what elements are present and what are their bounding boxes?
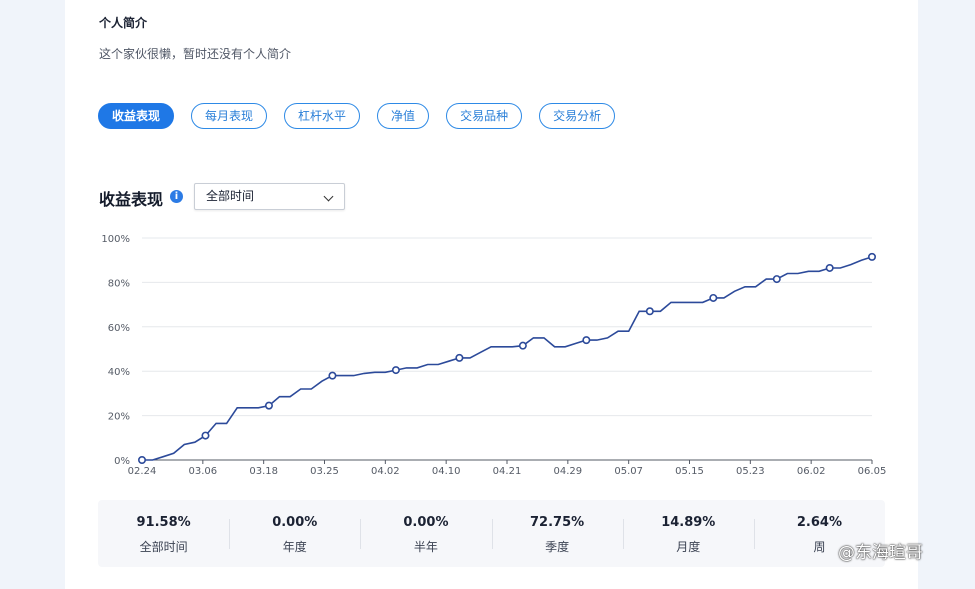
tab-bar: 收益表现 每月表现 杠杆水平 净值 交易品种 交易分析	[98, 103, 632, 129]
stat-quarter: 72.75% 季度	[491, 500, 623, 567]
data-point-marker	[201, 431, 210, 440]
info-icon[interactable]: i	[170, 190, 183, 203]
data-point-marker	[518, 341, 527, 350]
period-select-value: 全部时间	[206, 189, 255, 203]
y-tick-label: 20%	[108, 412, 130, 423]
tab-returns[interactable]: 收益表现	[98, 103, 175, 129]
x-tick-label: 04.10	[432, 466, 461, 477]
stat-value: 91.58%	[136, 515, 191, 530]
tab-instruments[interactable]: 交易品种	[446, 103, 523, 129]
data-point-marker	[455, 353, 464, 362]
data-point-marker	[328, 371, 337, 380]
data-point-marker	[709, 293, 718, 302]
data-point-marker	[825, 263, 834, 272]
bio-title: 个人简介	[99, 16, 148, 30]
stat-value: 0.00%	[272, 515, 318, 530]
stats-bar: 91.58% 全部时间 0.00% 年度 0.00% 半年 72.75% 季度 …	[98, 500, 885, 567]
data-point-marker	[645, 307, 654, 316]
x-tick-label: 03.18	[249, 466, 278, 477]
x-tick-label: 05.23	[736, 466, 765, 477]
bio-text: 这个家伙很懒，暂时还没有个人简介	[99, 47, 292, 61]
x-tick-label: 05.15	[675, 466, 704, 477]
data-point-marker	[772, 275, 781, 284]
data-point-marker	[867, 252, 876, 261]
y-tick-label: 40%	[108, 367, 130, 378]
profile-card: 个人简介 这个家伙很懒，暂时还没有个人简介 收益表现 每月表现 杠杆水平 净值 …	[65, 0, 918, 589]
y-tick-label: 100%	[101, 234, 130, 245]
x-tick-label: 03.25	[310, 466, 339, 477]
x-tick-label: 04.29	[554, 466, 583, 477]
stat-label: 年度	[282, 540, 307, 554]
x-tick-label: 03.06	[189, 466, 218, 477]
y-tick-label: 60%	[108, 323, 130, 334]
tab-net-value[interactable]: 净值	[377, 103, 430, 129]
x-tick-label: 02.24	[128, 466, 157, 477]
y-tick-label: 80%	[108, 278, 130, 289]
data-point-marker	[264, 401, 273, 410]
returns-chart: 0%20%40%60%80%100% 02.24 03.06 03.18 03.25 0…	[101, 234, 887, 477]
stat-label: 全部时间	[139, 540, 188, 554]
section-title: 收益表现	[99, 190, 164, 209]
stat-value: 72.75%	[530, 515, 585, 530]
watermark: @东海瑄哥	[838, 543, 923, 563]
stat-label: 季度	[545, 540, 570, 554]
x-tick-label: 05.07	[614, 466, 643, 477]
x-tick-label: 04.21	[493, 466, 522, 477]
data-point-marker	[391, 366, 400, 375]
data-point-marker	[582, 336, 591, 345]
stat-label: 月度	[676, 540, 701, 554]
x-tick-label: 06.05	[858, 466, 887, 477]
tab-monthly[interactable]: 每月表现	[191, 103, 268, 129]
x-tick-label: 04.02	[371, 466, 400, 477]
stat-value: 2.64%	[796, 515, 842, 530]
stat-year: 0.00% 年度	[229, 500, 360, 567]
stat-all-time: 91.58% 全部时间	[98, 500, 229, 567]
stat-month: 14.89% 月度	[622, 500, 754, 567]
stat-half-year: 0.00% 半年	[360, 500, 491, 567]
tab-leverage[interactable]: 杠杆水平	[284, 103, 361, 129]
tab-trade-analysis[interactable]: 交易分析	[539, 103, 616, 129]
returns-line	[142, 256, 873, 461]
stat-value: 0.00%	[403, 515, 449, 530]
data-point-marker	[138, 456, 147, 465]
period-select[interactable]: 全部时间	[194, 183, 345, 210]
x-tick-label: 06.02	[797, 466, 826, 477]
stat-label: 半年	[413, 540, 438, 554]
stat-value: 14.89%	[661, 515, 716, 530]
chevron-down-icon	[323, 191, 334, 202]
